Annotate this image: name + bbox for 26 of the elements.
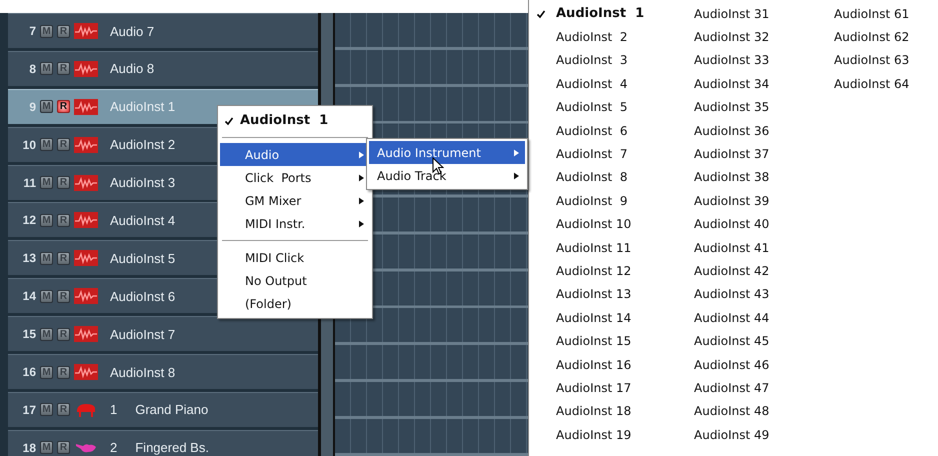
track-number: 7	[28, 24, 36, 38]
program-number: 2	[110, 440, 118, 456]
track-name: AudioInst 7	[110, 326, 176, 342]
track-name: AudioInst 6	[110, 288, 176, 304]
track-name: AudioInst 4	[110, 212, 176, 228]
track-number: 11	[22, 176, 36, 190]
track-number: 8	[28, 62, 36, 76]
track-name: Audio 8	[110, 61, 154, 76]
track-number: 17	[22, 402, 36, 417]
track-number: 16	[22, 365, 36, 380]
track-name: AudioInst 8	[110, 364, 176, 380]
track-number: 12	[22, 213, 36, 228]
track-name: Grand Piano	[135, 402, 208, 418]
track-number: 18	[22, 440, 36, 455]
track-number: 13	[22, 251, 36, 266]
track-name: AudioInst 2	[110, 137, 176, 152]
track-name: Audio 7	[110, 24, 154, 38]
track-name: AudioInst 5	[110, 250, 176, 266]
track-number: 15	[22, 327, 36, 342]
track-number: 10	[22, 138, 36, 152]
track-name: AudioInst 3	[110, 175, 176, 190]
track-name: AudioInst 1	[110, 99, 176, 114]
track-number: 9	[28, 100, 36, 114]
track-name: Fingered Bs.	[135, 440, 209, 456]
program-number: 1	[110, 402, 118, 418]
track-number: 14	[22, 289, 36, 304]
